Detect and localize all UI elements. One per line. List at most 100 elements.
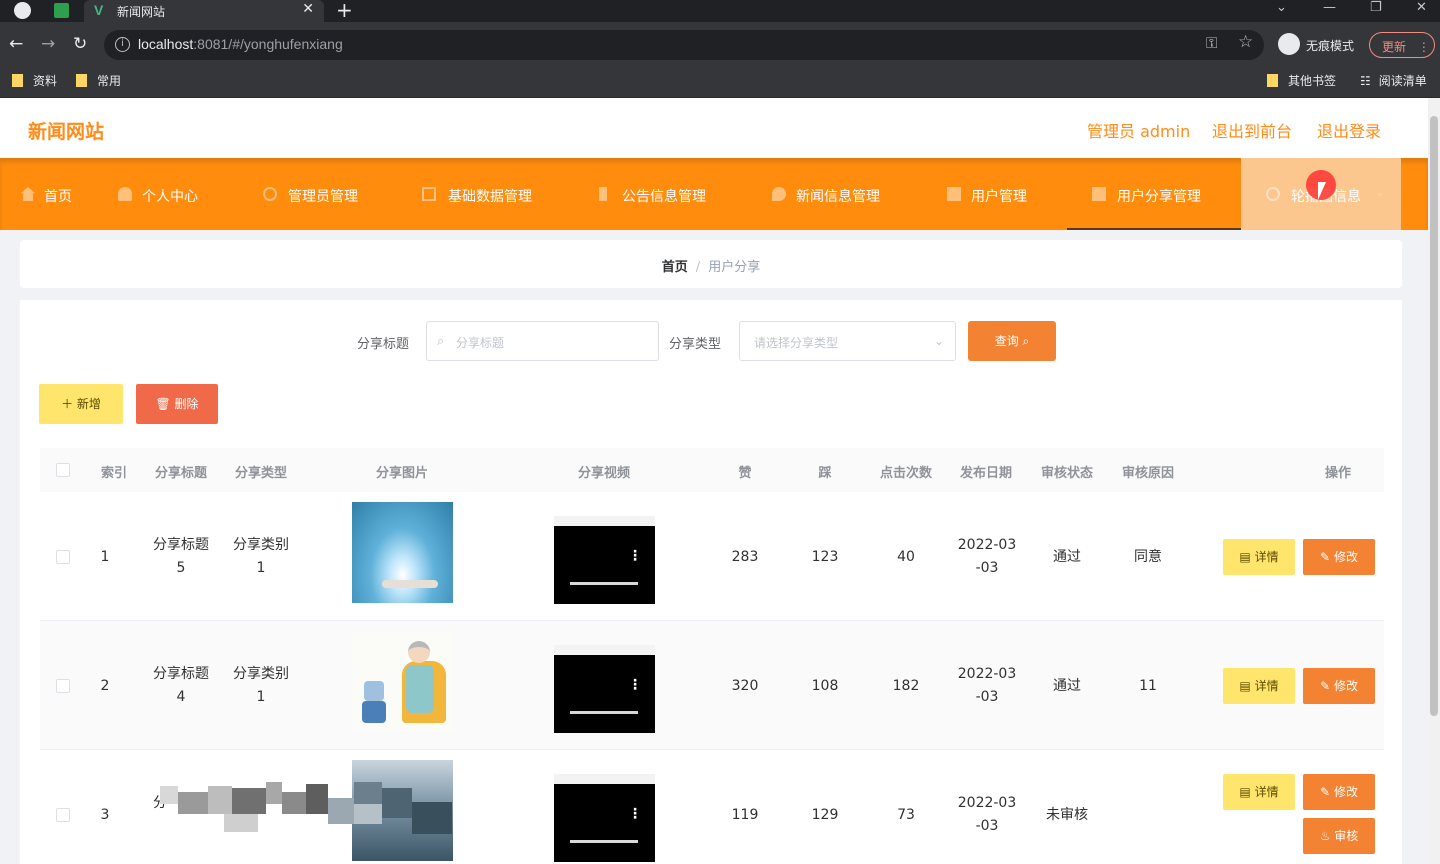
- page-scrollbar[interactable]: [1428, 98, 1440, 864]
- query-button[interactable]: 查询 ⌕: [968, 321, 1056, 361]
- nav-item-news[interactable]: 新闻信息管理: [750, 158, 930, 230]
- cell-title: 分享标题 5: [153, 537, 209, 576]
- row-checkbox[interactable]: [56, 550, 70, 564]
- share-video-player[interactable]: ⋮: [554, 516, 655, 604]
- notice-icon: [599, 187, 607, 201]
- forward-icon[interactable]: →: [41, 34, 55, 54]
- cell-date: 2022-03 -03: [957, 537, 1017, 576]
- video-progress-bar[interactable]: [570, 840, 638, 843]
- detail-button[interactable]: ▤ 详情: [1223, 774, 1295, 810]
- video-progress-bar[interactable]: [570, 711, 638, 714]
- edit-icon: ✎: [1320, 679, 1331, 693]
- back-icon[interactable]: ←: [9, 34, 23, 54]
- nav-item-users[interactable]: 用户管理: [930, 158, 1067, 230]
- search-icon: ⌕: [1022, 334, 1030, 348]
- col-title: 分享标题: [154, 466, 207, 481]
- close-window-icon[interactable]: ✕: [1416, 0, 1427, 15]
- cell-date: 2022-03 -03: [957, 795, 1017, 834]
- bookmark-folder-changyong[interactable]: 常用: [76, 72, 121, 89]
- logout-link[interactable]: 退出登录: [1317, 118, 1381, 142]
- select-all-checkbox[interactable]: [56, 463, 70, 477]
- more-options-icon[interactable]: ⋮: [628, 806, 642, 822]
- globe-icon[interactable]: [14, 2, 31, 19]
- breadcrumb-home[interactable]: 首页: [662, 260, 688, 275]
- audit-button[interactable]: ♨ 审核: [1303, 818, 1375, 854]
- document-icon: ▤: [1239, 785, 1251, 799]
- search-icon: ⌕: [437, 334, 445, 349]
- col-status: 审核状态: [1040, 466, 1093, 481]
- share-image-tablet[interactable]: [352, 502, 453, 603]
- detail-button[interactable]: ▤ 详情: [1223, 539, 1295, 575]
- tab-search-icon[interactable]: ⌄: [1276, 0, 1287, 15]
- cell-dislikes: 108: [811, 678, 839, 694]
- edit-button[interactable]: ✎ 修改: [1303, 774, 1375, 810]
- cell-index: 1: [100, 549, 110, 565]
- browser-tab[interactable]: V 新闻网站 ✕: [84, 0, 324, 22]
- table-row: 2 分享标题 4 分享类别 1 ⋮ 320 108 182 2022-03 -03 通…: [40, 621, 1384, 750]
- reading-list[interactable]: ☷ 阅读清单: [1360, 72, 1427, 89]
- restore-icon[interactable]: ❐: [1370, 0, 1382, 15]
- col-clicks: 点击次数: [879, 466, 932, 481]
- incognito-icon[interactable]: [1278, 33, 1300, 55]
- cell-dislikes: 129: [811, 807, 839, 823]
- edit-icon: ✎: [1320, 550, 1331, 564]
- nav-item-notice[interactable]: 公告信息管理: [580, 158, 750, 230]
- user-icon: [118, 187, 132, 201]
- cell-dislikes: 123: [811, 549, 839, 565]
- cell-type: 分享类别 1: [233, 666, 289, 705]
- edit-icon: ✎: [1320, 785, 1331, 799]
- share-video-player[interactable]: ⋮: [554, 645, 655, 733]
- star-icon[interactable]: ☆: [1238, 32, 1253, 52]
- cell-index: 2: [100, 678, 110, 694]
- cell-type: 分享类别 1: [233, 537, 289, 576]
- new-tab-icon[interactable]: +: [336, 0, 353, 22]
- app-tab-icon[interactable]: [54, 3, 69, 18]
- admin-user-label: 管理员 admin: [1087, 122, 1191, 141]
- url-text: localhost:8081/#/yonghufenxiang: [138, 36, 343, 52]
- cell-reason: 11: [1139, 678, 1157, 694]
- row-checkbox[interactable]: [56, 808, 70, 822]
- key-icon[interactable]: ⚿: [1206, 34, 1217, 52]
- type-filter-label: 分享类型: [669, 337, 722, 352]
- row-checkbox[interactable]: [56, 679, 70, 693]
- minimize-icon[interactable]: —: [1323, 0, 1336, 15]
- more-options-icon[interactable]: ⋮: [628, 548, 642, 564]
- nav-item-user-share[interactable]: 用户分享管理: [1067, 158, 1241, 230]
- type-select[interactable]: 请选择分享类型 ⌄: [739, 321, 956, 361]
- title-search-input[interactable]: ⌕ 分享标题: [426, 321, 659, 361]
- site-logo[interactable]: 新闻网站: [28, 117, 104, 144]
- col-type: 分享类型: [234, 466, 287, 481]
- url-input[interactable]: i localhost:8081/#/yonghufenxiang ⚿ ☆: [104, 30, 1264, 60]
- incognito-label: 无痕模式: [1306, 39, 1355, 53]
- more-options-icon[interactable]: ⋮: [628, 677, 642, 693]
- exit-to-front-link[interactable]: 退出到前台: [1212, 118, 1292, 142]
- delete-button[interactable]: 🗑 删除: [136, 384, 218, 424]
- close-tab-icon[interactable]: ✕: [302, 1, 314, 17]
- reading-list-icon: ☷: [1360, 74, 1371, 88]
- edit-button[interactable]: ✎ 修改: [1303, 668, 1375, 704]
- info-icon[interactable]: i: [115, 37, 130, 52]
- cell-likes: 283: [731, 549, 759, 565]
- reload-icon[interactable]: ↻: [73, 34, 87, 54]
- bookmark-folder-ziliao[interactable]: 资料: [12, 72, 57, 89]
- mouse-cursor-icon: [1318, 182, 1326, 200]
- scrollbar-thumb[interactable]: [1430, 116, 1438, 716]
- other-bookmarks[interactable]: 其他书签: [1267, 72, 1336, 89]
- col-likes: 赞: [738, 466, 752, 481]
- folder-icon: [1267, 74, 1278, 87]
- tab-title: 新闻网站: [117, 5, 166, 19]
- breadcrumb: 首页 / 用户分享: [20, 256, 1402, 275]
- share-video-player[interactable]: ⋮: [554, 774, 655, 862]
- edit-button[interactable]: ✎ 修改: [1303, 539, 1375, 575]
- clock-icon: [1266, 187, 1280, 201]
- share-image-robot-grandma[interactable]: [352, 631, 453, 732]
- add-button[interactable]: ＋ 新增: [39, 384, 123, 424]
- cell-likes: 320: [731, 678, 759, 694]
- nav-item-admin[interactable]: 管理员管理: [240, 158, 400, 230]
- video-progress-bar[interactable]: [570, 582, 638, 585]
- nav-item-home[interactable]: 首页: [0, 158, 100, 230]
- nav-item-profile[interactable]: 个人中心: [100, 158, 240, 230]
- update-button[interactable]: 更新 ⋮: [1369, 32, 1435, 58]
- detail-button[interactable]: ▤ 详情: [1223, 668, 1295, 704]
- nav-item-basic-data[interactable]: 基础数据管理: [400, 158, 580, 230]
